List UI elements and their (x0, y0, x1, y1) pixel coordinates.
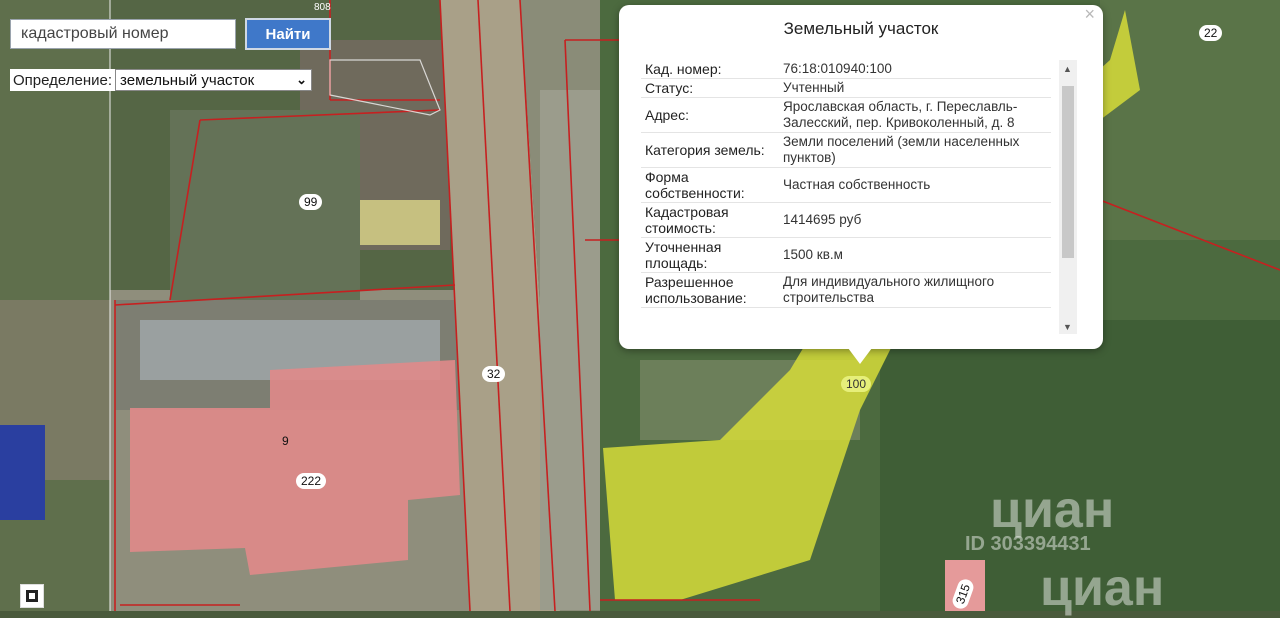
info-value: Земли поселений (земли населенных пункто… (779, 132, 1051, 168)
info-value: 76:18:010940:100 (779, 60, 1051, 79)
info-key: Форма собственности: (641, 167, 779, 203)
info-row: Форма собственности: Частная собственност… (641, 167, 1051, 203)
watermark-id: ID 303394431 (965, 533, 1091, 555)
watermark-brand: циан (990, 481, 1115, 539)
info-value: Учтенный (779, 78, 1051, 98)
plot-number-100: 100 (841, 376, 872, 392)
info-row: Кадастровая стоимость: 1414695 руб (641, 202, 1051, 238)
info-key: Кадастровая стоимость: (641, 202, 779, 238)
plot-number-99: 99 (299, 194, 323, 210)
scroll-down-icon[interactable]: ▼ (1063, 322, 1072, 332)
info-key: Уточненная площадь: (641, 237, 779, 273)
chevron-down-icon: ⌄ (296, 72, 307, 87)
info-key: Разрешенное использование: (641, 272, 779, 308)
definition-selected-value: земельный участок (120, 71, 255, 89)
info-value: 1414695 руб (779, 202, 1051, 238)
info-key: Кад. номер: (641, 60, 779, 79)
info-value: Ярославская область, г. Переславль-Залес… (779, 97, 1051, 133)
info-table: Кад. номер: 76:18:010940:100 Статус: Учтенн… (641, 60, 1051, 308)
info-row: Адрес: Ярославская область, г. Переславль… (641, 97, 1051, 133)
cadastral-search-input[interactable] (10, 19, 236, 49)
info-value: Частная собственность (779, 167, 1051, 203)
find-button[interactable]: Найти (245, 18, 331, 50)
scroll-thumb[interactable] (1062, 86, 1074, 258)
info-value: Для индивидуального жилищного строительс… (779, 272, 1051, 308)
info-row: Разрешенное использование: Для индивидуал… (641, 272, 1051, 308)
plot-number-9: 9 (282, 434, 289, 448)
definition-row: Определение: земельный участок ⌄ (10, 69, 312, 91)
popup-title: Земельный участок (783, 19, 939, 38)
info-key: Адрес: (641, 97, 779, 133)
popup-scrollbar[interactable]: ▲ ▼ (1059, 60, 1077, 334)
info-row: Категория земель: Земли поселений (земли … (641, 132, 1051, 168)
scroll-up-icon[interactable]: ▲ (1063, 64, 1072, 74)
watermark-brand-2: циан (1040, 559, 1165, 617)
info-row: Кад. номер: 76:18:010940:100 (641, 60, 1051, 79)
definition-label: Определение: (13, 71, 113, 89)
popup-pointer (848, 348, 872, 364)
land-plot-popup: × Земельный участок Кад. номер: 76:18:010… (619, 5, 1103, 349)
info-key: Статус: (641, 78, 779, 98)
plot-number-22: 22 (1199, 25, 1223, 41)
plot-number-32: 32 (482, 366, 506, 382)
popup-body[interactable]: Кад. номер: 76:18:010940:100 Статус: Учтенн… (641, 60, 1077, 334)
plot-number-222: 222 (296, 473, 327, 489)
info-row: Уточненная площадь: 1500 кв.м (641, 237, 1051, 273)
definition-select[interactable]: земельный участок ⌄ (115, 69, 312, 91)
info-key: Категория земель: (641, 132, 779, 168)
plot-number-808: 808 (314, 2, 331, 13)
map-layer-icon[interactable] (20, 584, 44, 608)
info-row: Статус: Учтенный (641, 78, 1051, 98)
info-value: 1500 кв.м (779, 237, 1051, 273)
